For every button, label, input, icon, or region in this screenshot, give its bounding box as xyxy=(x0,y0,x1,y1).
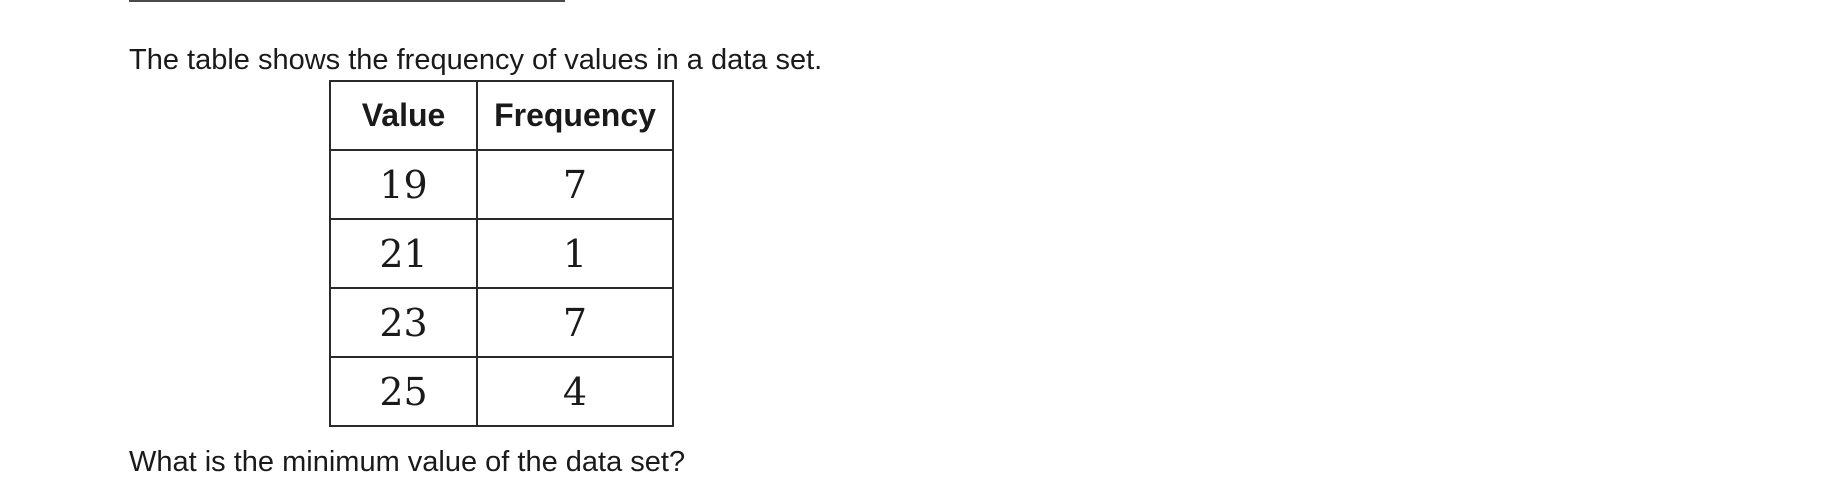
cell-value: 19 xyxy=(329,149,478,220)
header-value: Value xyxy=(329,80,478,151)
table-row: 23 7 xyxy=(329,287,674,358)
table-header-row: Value Frequency xyxy=(329,80,674,151)
frequency-table: Value Frequency 19 7 21 1 23 7 25 4 xyxy=(329,80,674,427)
intro-text: The table shows the frequency of values … xyxy=(129,44,823,76)
cell-frequency: 1 xyxy=(476,218,674,289)
header-frequency: Frequency xyxy=(476,80,674,151)
cell-value: 25 xyxy=(329,356,478,427)
table-row: 25 4 xyxy=(329,356,674,427)
question-text: What is the minimum value of the data se… xyxy=(129,446,686,478)
cell-frequency: 4 xyxy=(476,356,674,427)
cell-value: 21 xyxy=(329,218,478,289)
cell-frequency: 7 xyxy=(476,287,674,358)
top-divider xyxy=(129,0,565,2)
cell-frequency: 7 xyxy=(476,149,674,220)
table-row: 19 7 xyxy=(329,149,674,220)
table-row: 21 1 xyxy=(329,218,674,289)
cell-value: 23 xyxy=(329,287,478,358)
